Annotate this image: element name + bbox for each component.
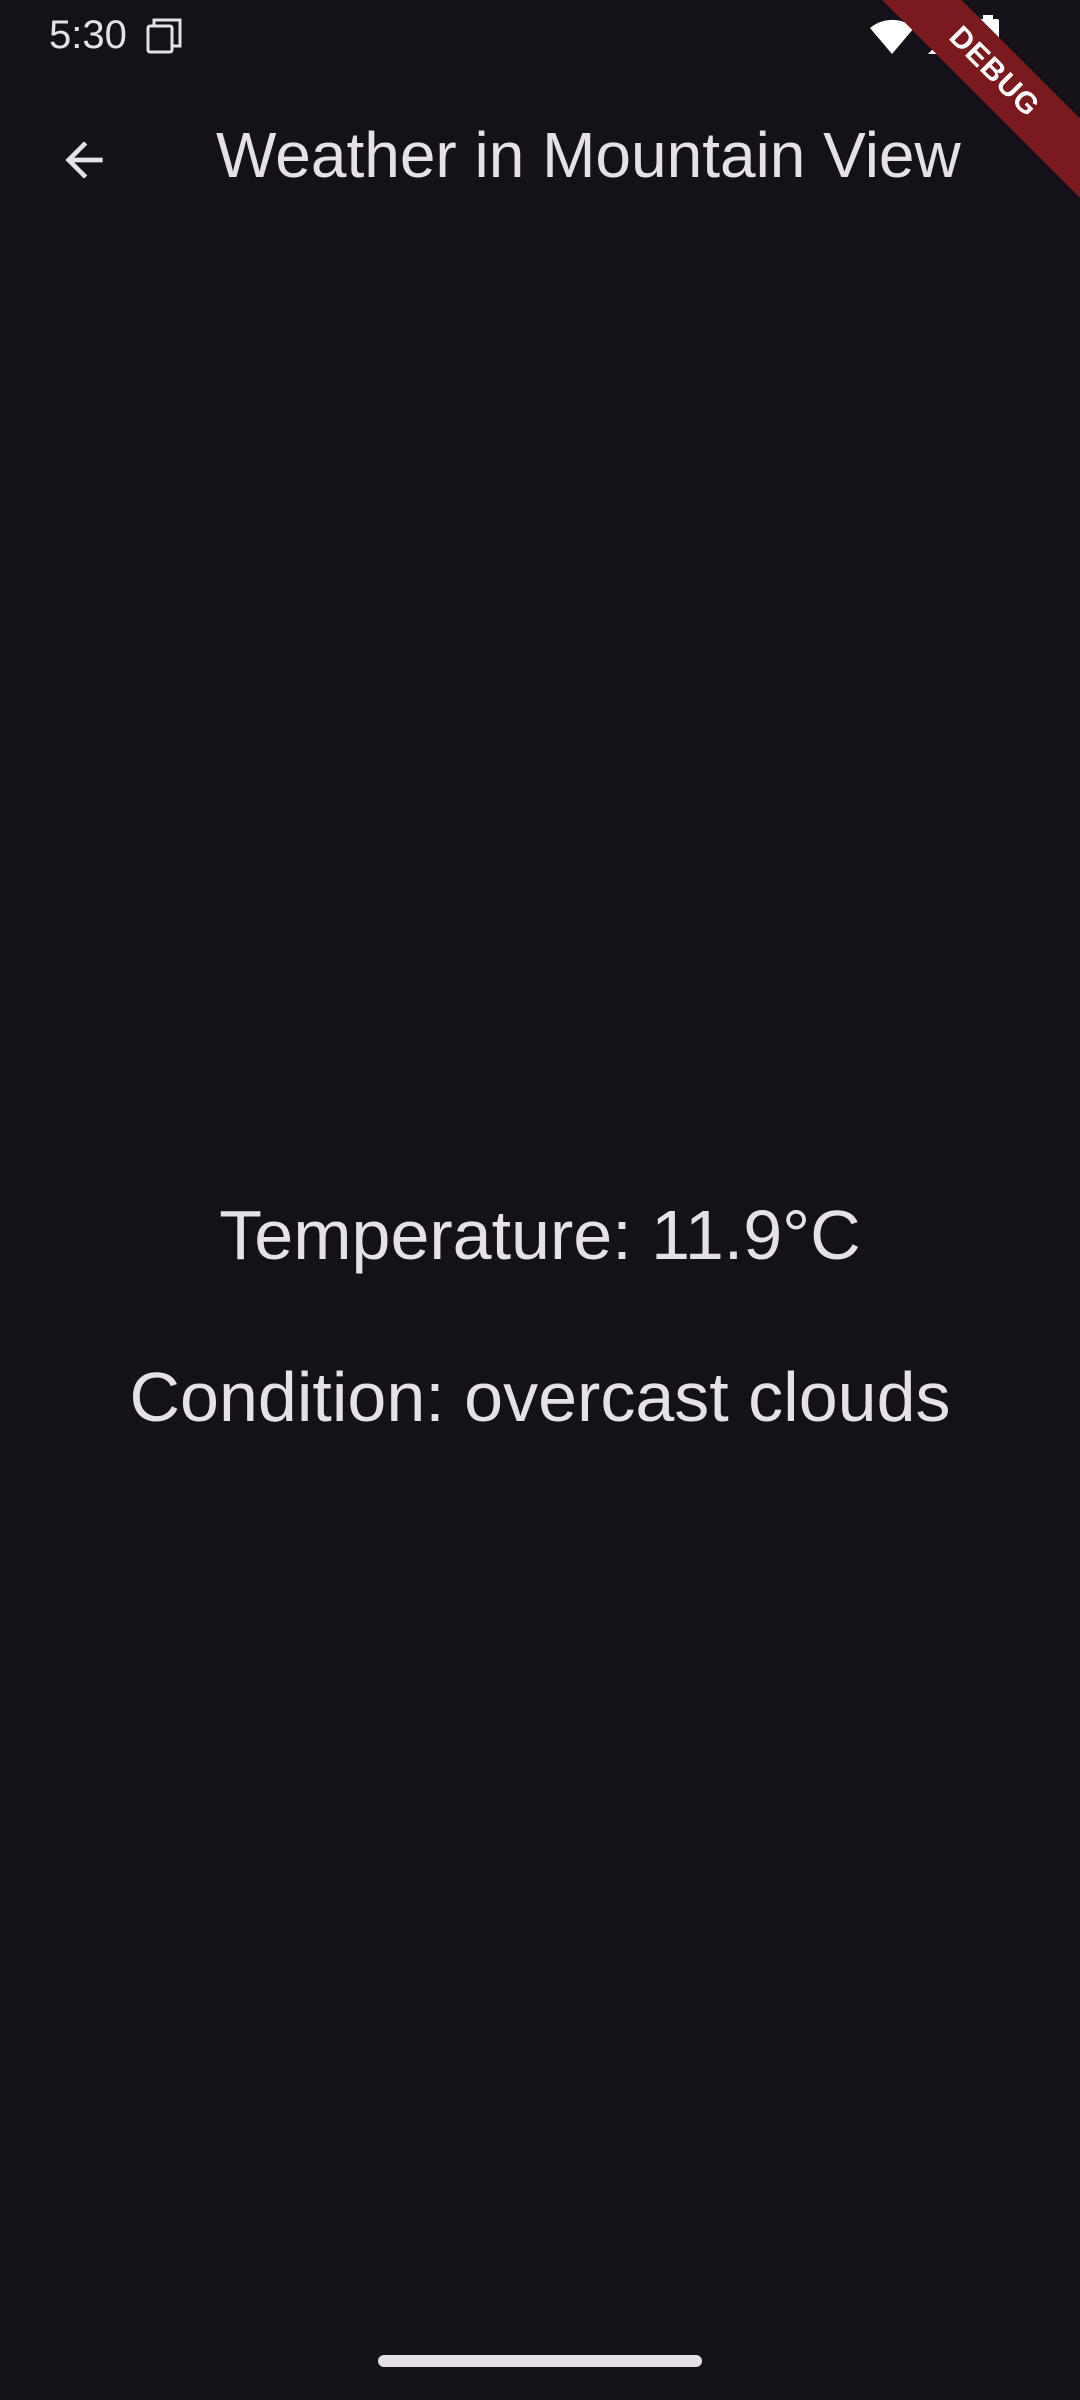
notification-icon (146, 18, 182, 54)
battery-icon (977, 15, 999, 57)
status-bar: 5:30 (0, 0, 1080, 70)
app-bar: Weather in Mountain View (0, 70, 1080, 240)
condition-text: Condition: overcast clouds (129, 1358, 951, 1436)
signal-icon (928, 18, 964, 54)
page-title: Weather in Mountain View (216, 119, 961, 191)
gesture-nav-bar[interactable] (378, 2355, 702, 2367)
weather-info: Temperature: 11.9°C Condition: overcast … (0, 1180, 1080, 1452)
arrow-back-icon (65, 141, 103, 179)
status-icons (868, 14, 1000, 58)
back-button[interactable] (40, 116, 128, 204)
status-time: 5:30 (49, 13, 127, 57)
weather-screen: 5:30 DEBUG Weather in Mountain View Temp… (0, 0, 1080, 2400)
wifi-icon (870, 19, 914, 54)
temperature-text: Temperature: 11.9°C (219, 1196, 861, 1274)
